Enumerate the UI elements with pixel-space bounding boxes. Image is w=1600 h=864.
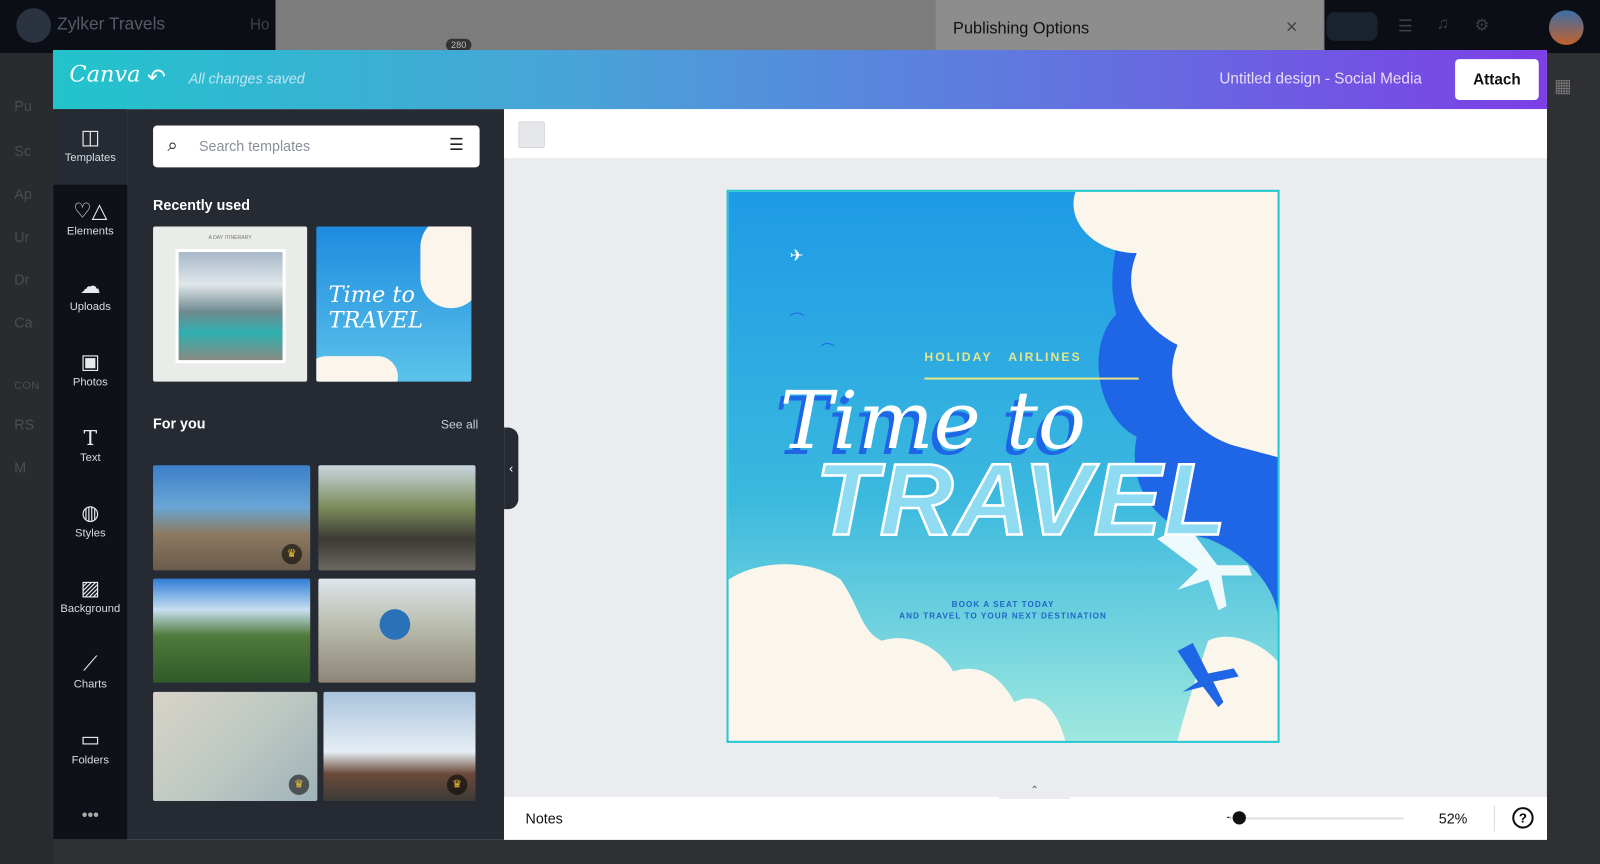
- svg-text:⌒: ⌒: [790, 311, 804, 328]
- expand-pages-button[interactable]: ⌃: [998, 784, 1071, 799]
- zoom-minus[interactable]: -: [1227, 808, 1232, 824]
- search-input[interactable]: ⌕ Search templates ☰: [153, 125, 480, 168]
- publishing-title: Publishing Options: [953, 20, 1090, 38]
- rail-styles[interactable]: ◍ Styles: [53, 501, 127, 540]
- zoom-slider[interactable]: [1228, 817, 1405, 820]
- cloud-upload-icon: ☁: [80, 275, 101, 298]
- dropdown[interactable]: [1326, 12, 1378, 41]
- text-icon: T: [83, 425, 98, 450]
- search-placeholder: Search templates: [198, 137, 311, 155]
- divider: [1493, 805, 1495, 832]
- filter-icon[interactable]: ☰: [449, 135, 464, 155]
- thumb-text: Time to TRAVEL: [328, 282, 424, 334]
- svg-text:✈: ✈: [790, 247, 804, 265]
- rail-charts[interactable]: ⟋ Charts: [53, 652, 127, 691]
- subline-1: BOOK A SEAT TODAY: [951, 599, 1055, 610]
- photo-thumb[interactable]: [318, 578, 476, 683]
- rail-label: Uploads: [69, 301, 111, 314]
- notes-button[interactable]: Notes: [526, 810, 563, 826]
- nav-home[interactable]: Ho: [250, 16, 270, 33]
- zoom-level[interactable]: 52%: [1439, 810, 1468, 826]
- close-icon[interactable]: ×: [1286, 16, 1298, 39]
- brand-name[interactable]: Zylker Travels: [57, 14, 165, 34]
- subline-2: AND TRAVEL TO YOUR NEXT DESTINATION: [899, 611, 1107, 621]
- rail-label: Styles: [75, 527, 106, 540]
- crown-icon: ♛: [288, 774, 310, 795]
- photo-thumb[interactable]: [318, 465, 476, 571]
- rail-photos[interactable]: ▣ Photos: [53, 350, 127, 389]
- avatar[interactable]: [1548, 10, 1584, 45]
- rail-templates[interactable]: ◫ Templates: [53, 109, 128, 185]
- rail-uploads[interactable]: ☁ Uploads: [53, 274, 127, 314]
- sidebar-item: Ca: [14, 314, 33, 331]
- undo-icon[interactable]: ↶: [147, 64, 166, 91]
- rail-label: Elements: [66, 225, 114, 238]
- template-thumb[interactable]: A DAY ITINERARY: [153, 226, 308, 382]
- editor-header: Canva ↶ All changes saved Untitled desig…: [53, 49, 1547, 110]
- design-canvas[interactable]: ✈ ⌒ ⌒ HOLIDAY AIRLINES TRAVEL Time to BOO…: [726, 189, 1280, 743]
- sidebar-section: CON: [14, 379, 40, 392]
- sidebar-item: M: [14, 459, 27, 476]
- templates-panel: ⌕ Search templates ☰ Recently used A DAY…: [127, 109, 505, 840]
- folder-icon: ▭: [80, 728, 100, 752]
- photo-thumb[interactable]: ♛: [153, 691, 318, 802]
- see-all-link[interactable]: See all: [441, 417, 478, 431]
- search-icon: ⌕: [167, 134, 178, 156]
- sidebar-item: Sc: [14, 142, 31, 160]
- sidebar-item: Ap: [14, 185, 32, 203]
- rail-text[interactable]: T Text: [53, 426, 127, 465]
- photo-thumb[interactable]: ♛: [153, 465, 311, 571]
- chart-icon: ⟋: [83, 653, 98, 676]
- attach-button[interactable]: Attach: [1455, 59, 1539, 100]
- stripes-icon: ▨: [80, 577, 100, 600]
- bell-icon[interactable]: ♫: [1437, 15, 1449, 33]
- rail-label: Folders: [71, 754, 110, 767]
- image-icon: ▣: [80, 351, 100, 374]
- shapes-icon: ♡△: [73, 199, 108, 223]
- sidebar-item: Pu: [14, 97, 32, 115]
- rail-folders[interactable]: ▭ Folders: [53, 728, 127, 767]
- help-icon[interactable]: ?: [1512, 807, 1534, 829]
- recently-used-heading: Recently used: [153, 196, 250, 214]
- collapse-panel-button[interactable]: ‹: [504, 427, 519, 510]
- canva-editor: Canva ↶ All changes saved Untitled desig…: [53, 49, 1547, 840]
- brand-line: HOLIDAY AIRLINES: [924, 349, 1082, 365]
- brand-logo: [16, 8, 52, 43]
- sidebar-item: RS: [14, 416, 35, 433]
- thumb-text: A DAY ITINERARY: [208, 234, 252, 241]
- save-status: All changes saved: [188, 70, 305, 87]
- script-heading: Time to: [779, 375, 1086, 468]
- gear-icon[interactable]: ⚙: [1474, 15, 1489, 35]
- zoom-slider-handle[interactable]: [1232, 811, 1246, 825]
- footer-bar: ⌃ Notes - 52% ?: [504, 784, 1547, 840]
- sidebar-item: Dr: [14, 271, 30, 288]
- crown-icon: ♛: [446, 774, 468, 795]
- rail-label: Templates: [64, 152, 116, 165]
- rail-background[interactable]: ▨ Background: [53, 577, 127, 616]
- menu-icon[interactable]: ☰: [1398, 16, 1413, 36]
- photo-thumb[interactable]: [153, 578, 311, 683]
- canva-logo[interactable]: Canva: [69, 62, 140, 88]
- for-you-heading: For you: [153, 415, 206, 432]
- more-icon[interactable]: •••: [53, 807, 127, 825]
- design-title[interactable]: Untitled design - Social Media: [1219, 70, 1421, 87]
- rail-elements[interactable]: ♡△ Elements: [53, 199, 127, 238]
- background-sidebar: Pu Sc Ap Ur Dr Ca CON RS M: [0, 53, 54, 864]
- crown-icon: ♛: [281, 543, 303, 565]
- calendar-search-icon[interactable]: ▦: [1554, 76, 1571, 97]
- rail-label: Text: [80, 452, 101, 465]
- rail-label: Charts: [73, 678, 107, 691]
- template-thumb[interactable]: Time to TRAVEL: [316, 226, 472, 382]
- color-swatch[interactable]: [518, 121, 545, 148]
- sidebar-item: Ur: [14, 228, 30, 245]
- photo-thumb[interactable]: ♛: [323, 691, 476, 802]
- canvas-toolbar: [504, 109, 1547, 159]
- palette-icon: ◍: [81, 502, 100, 525]
- side-rail: ◫ Templates ♡△ Elements ☁ Uploads ▣ Photos T…: [53, 109, 128, 840]
- template-icon: ◫: [80, 126, 100, 149]
- rail-label: Background: [60, 603, 121, 616]
- rail-label: Photos: [72, 376, 108, 389]
